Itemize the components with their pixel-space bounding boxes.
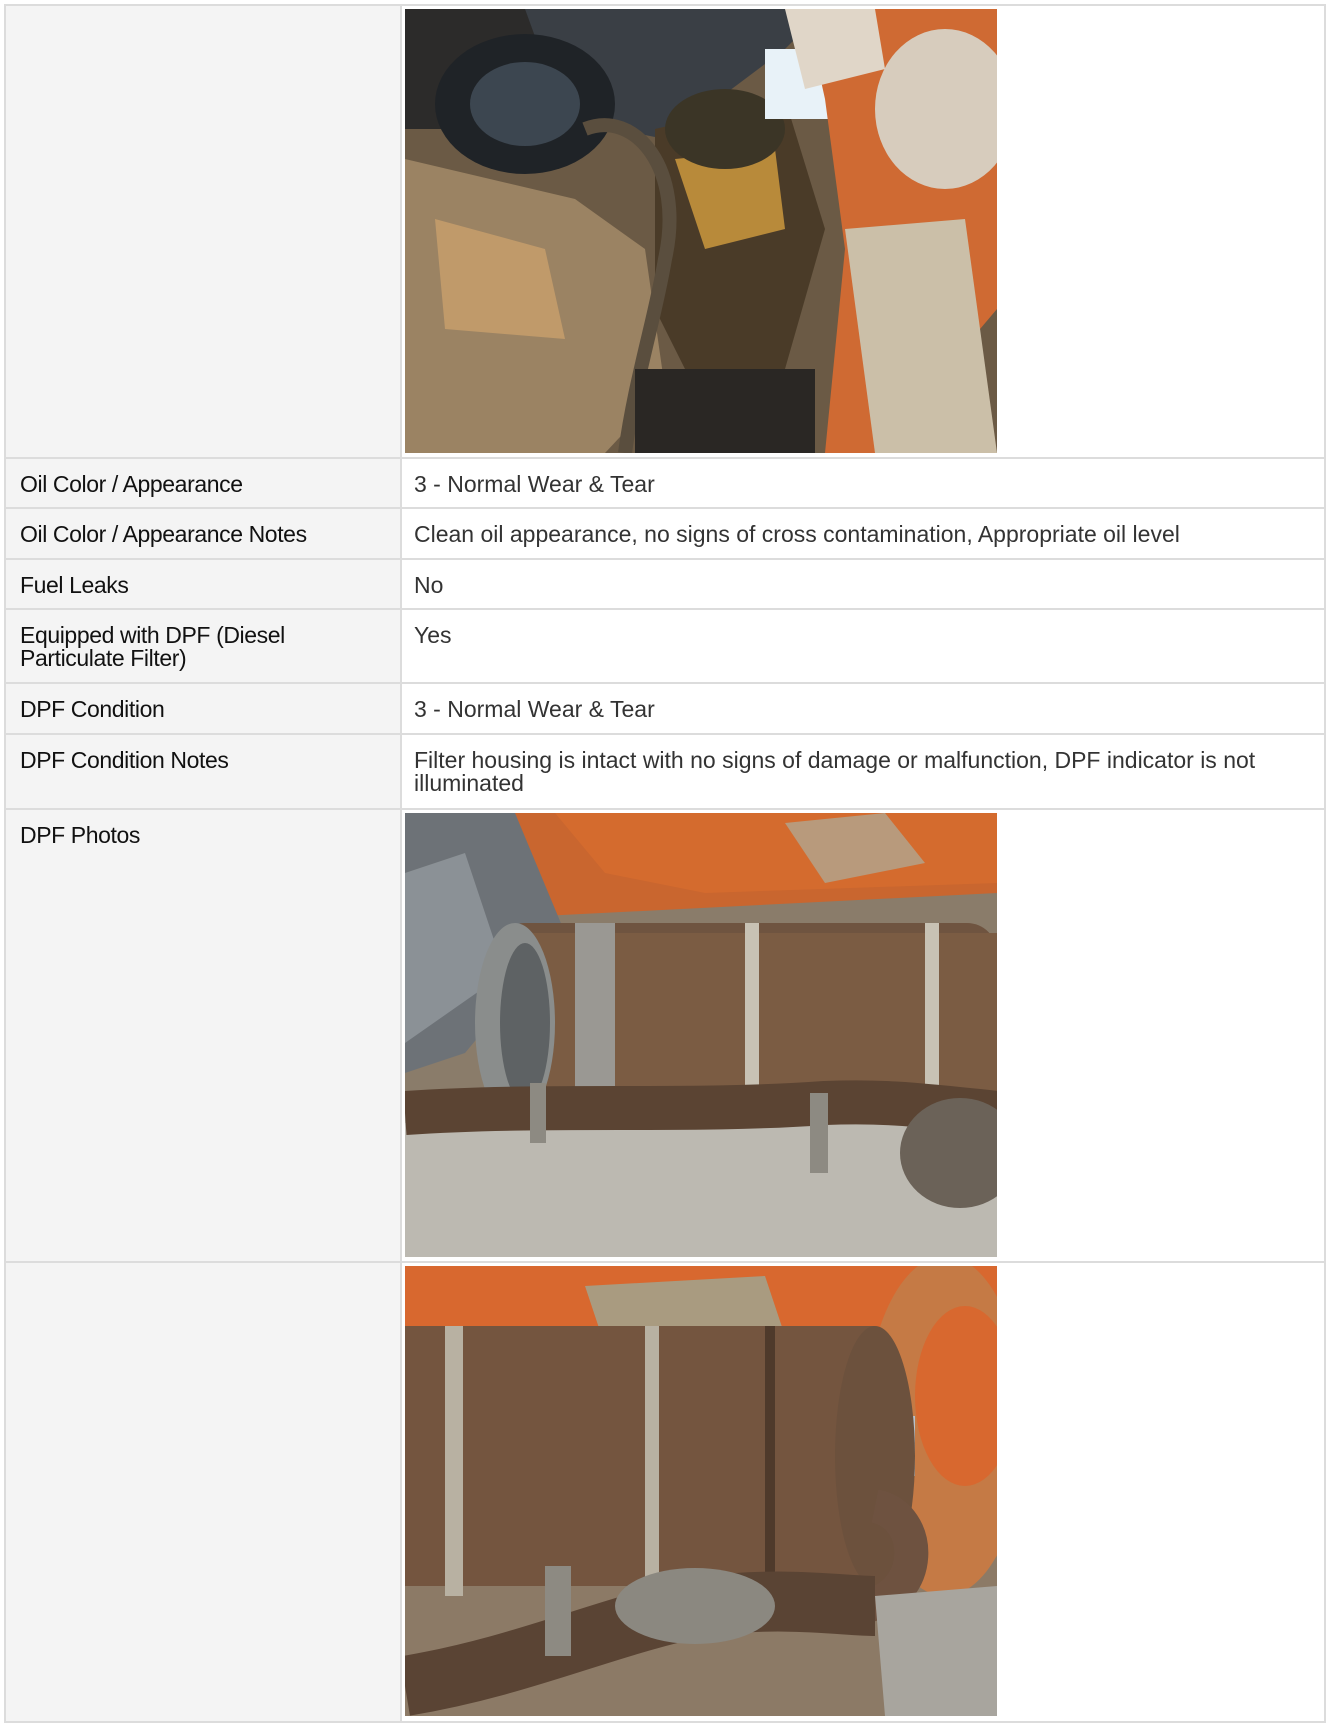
dpf-photo-1[interactable]: [405, 813, 997, 1257]
table-row: [4, 1261, 1326, 1723]
table-row: Equipped with DPF (Diesel Particulate Fi…: [4, 608, 1326, 684]
table-row: Fuel Leaks No: [4, 558, 1326, 610]
photo-cell: [400, 808, 1326, 1263]
row-label: Oil Color / Appearance: [4, 457, 402, 509]
row-value: Yes: [400, 608, 1326, 684]
row-value: Filter housing is intact with no signs o…: [400, 733, 1326, 810]
dpf-photo-2[interactable]: [405, 1266, 997, 1716]
row-label: Fuel Leaks: [4, 558, 402, 610]
inspection-table: Oil Color / Appearance 3 - Normal Wear &…: [4, 4, 1326, 1723]
row-label: DPF Condition: [4, 682, 402, 735]
row-value: 3 - Normal Wear & Tear: [400, 682, 1326, 735]
engine-oil-area-photo[interactable]: [405, 9, 997, 453]
table-row: Oil Color / Appearance Notes Clean oil a…: [4, 507, 1326, 560]
empty-label-cell: [4, 1261, 402, 1723]
table-row: Oil Color / Appearance 3 - Normal Wear &…: [4, 457, 1326, 509]
table-row: [4, 4, 1326, 459]
table-row: DPF Photos: [4, 808, 1326, 1263]
row-value: Clean oil appearance, no signs of cross …: [400, 507, 1326, 560]
row-label: DPF Photos: [4, 808, 402, 1263]
row-label: Equipped with DPF (Diesel Particulate Fi…: [4, 608, 402, 684]
photo-cell: [400, 1261, 1326, 1723]
row-label: DPF Condition Notes: [4, 733, 402, 810]
table-row: DPF Condition Notes Filter housing is in…: [4, 733, 1326, 810]
row-value: 3 - Normal Wear & Tear: [400, 457, 1326, 509]
row-value: No: [400, 558, 1326, 610]
table-row: DPF Condition 3 - Normal Wear & Tear: [4, 682, 1326, 735]
row-label: Oil Color / Appearance Notes: [4, 507, 402, 560]
empty-label-cell: [4, 4, 402, 459]
photo-cell: [400, 4, 1326, 459]
